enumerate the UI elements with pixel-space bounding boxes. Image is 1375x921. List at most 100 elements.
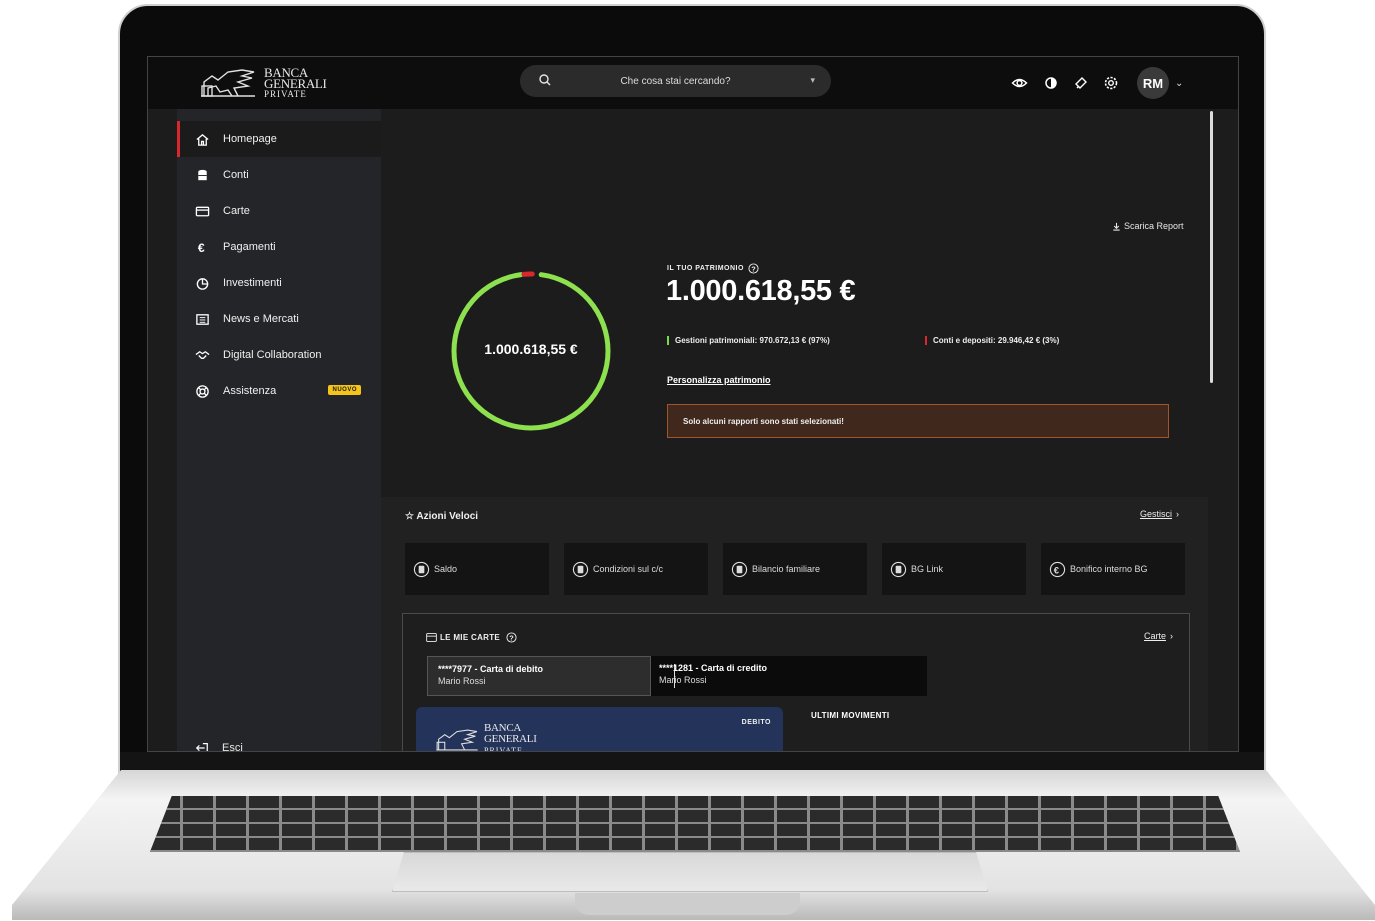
- trackpad: [392, 852, 988, 892]
- chevron-down-icon[interactable]: ▾: [810, 75, 815, 86]
- card-brand-logo: BANCA GENERALI PRIVATE: [434, 723, 537, 752]
- sidebar-item-label: Conti: [223, 169, 249, 181]
- quick-action-label: Condizioni sul c/c: [593, 564, 664, 574]
- search-bar[interactable]: Che cosa stai cercando? ▾: [520, 65, 831, 97]
- wealth-label-text: IL TUO PATRIMONIO: [667, 265, 744, 272]
- chevron-right-icon: ›: [1176, 509, 1180, 519]
- quick-action-bg-link[interactable]: BG Link: [882, 543, 1026, 595]
- sidebar-item-label: News e Mercati: [223, 313, 299, 325]
- lion-logo-icon: [436, 729, 478, 750]
- eye-icon[interactable]: [1010, 75, 1029, 91]
- home-icon: [196, 133, 209, 146]
- svg-text:€: €: [198, 241, 205, 255]
- card-type-label: DEBITO: [741, 719, 771, 726]
- brand-line2: GENERALI: [264, 75, 327, 91]
- sidebar-item-label: Investimenti: [223, 277, 282, 289]
- keyboard-rows: [150, 796, 1240, 852]
- coin-icon: [731, 561, 748, 577]
- card-tab-holder: Mario Rossi: [438, 676, 486, 686]
- svg-text:€: €: [1054, 565, 1060, 576]
- lion-logo-icon: [201, 69, 255, 97]
- wealth-summary: Scarica Report 1.000.618,55 € IL TUO PAT…: [381, 109, 1208, 497]
- sidebar-item-label: Carte: [223, 205, 250, 217]
- quick-action-bilancio[interactable]: Bilancio familiare: [723, 543, 867, 595]
- my-cards-title-text: LE MIE CARTE: [440, 633, 501, 642]
- coin-icon: [890, 561, 907, 577]
- debit-card-image[interactable]: BANCA GENERALI PRIVATE DEBITO: [416, 707, 783, 752]
- logout-button[interactable]: Esci: [195, 741, 243, 751]
- brand-logo[interactable]: BANCA GENERALI PRIVATE: [198, 65, 327, 101]
- quick-action-label: Bonifico interno BG: [1070, 564, 1148, 574]
- sidebar-item-assistenza[interactable]: Assistenza NUOVO: [177, 373, 381, 409]
- legend-managed-assets: Gestioni patrimoniali: 970.672,13 € (97%…: [667, 336, 830, 345]
- manage-link[interactable]: Gestisci ›: [1140, 509, 1179, 519]
- card-tab-name: ****1281 - Carta di credito: [659, 663, 768, 673]
- help-icon[interactable]: ?: [506, 632, 517, 643]
- chevron-down-icon[interactable]: ⌄: [1175, 78, 1183, 89]
- euro-coin-icon: €: [1049, 561, 1066, 577]
- bell-icon[interactable]: [1073, 75, 1089, 91]
- new-badge: NUOVO: [328, 385, 361, 395]
- sidebar-item-homepage[interactable]: Homepage: [177, 121, 381, 157]
- database-icon: [198, 169, 207, 180]
- sidebar-item-news-e-mercati[interactable]: News e Mercati: [177, 301, 381, 337]
- donut-center-value: 1.000.618,55 €: [484, 341, 578, 357]
- brand-wordmark: BANCA GENERALI PRIVATE: [264, 66, 327, 100]
- card-tab-name: ****7977 - Carta di debito: [438, 664, 544, 674]
- download-report-link[interactable]: Scarica Report: [1112, 221, 1184, 231]
- quick-action-label: BG Link: [911, 564, 944, 574]
- quick-actions-title: ☆ Azioni Veloci: [405, 511, 478, 522]
- sidebar-item-conti[interactable]: Conti: [177, 157, 381, 193]
- cards-link[interactable]: Carte ›: [1144, 631, 1173, 641]
- star-icon: ☆: [405, 511, 414, 522]
- sidebar-item-label: Digital Collaboration: [223, 349, 322, 361]
- avatar[interactable]: RM: [1137, 67, 1169, 99]
- card-selector: ****7977 - Carta di debito Mario Rossi *…: [427, 656, 927, 696]
- lid-notch: [575, 893, 800, 915]
- brand-line2: GENERALI: [484, 733, 537, 745]
- top-bar: BANCA GENERALI PRIVATE Che cosa stai cer…: [148, 57, 1238, 109]
- cards-link-label: Carte: [1143, 631, 1166, 641]
- newspaper-icon: [196, 313, 209, 325]
- chevron-right-icon: ›: [1170, 631, 1173, 641]
- sidebar-item-pagamenti[interactable]: € Pagamenti: [177, 229, 381, 265]
- coin-icon: [572, 561, 589, 577]
- quick-action-bonifico[interactable]: € Bonifico interno BG: [1041, 543, 1185, 595]
- legend-deposits: Conti e depositi: 29.946,42 € (3%): [925, 336, 1059, 345]
- pie-chart-icon: [196, 277, 209, 290]
- card-tab-debit[interactable]: ****7977 - Carta di debito Mario Rossi: [427, 656, 651, 696]
- my-cards-panel: LE MIE CARTE ? Carte › ****7977 - Carta …: [402, 613, 1190, 752]
- euro-icon: €: [198, 241, 205, 255]
- manage-label: Gestisci: [1140, 509, 1173, 519]
- card-tab-credit[interactable]: ****1281 - Carta di credito Mario Rossi: [649, 656, 873, 696]
- sidebar: Homepage Conti Carte € Pagamenti Investi…: [177, 109, 381, 751]
- svg-text:?: ?: [751, 264, 756, 273]
- card-tab-holder: Mario Rossi: [659, 675, 707, 685]
- coin-icon: [413, 561, 430, 577]
- sidebar-item-digital-collaboration[interactable]: Digital Collaboration: [177, 337, 381, 373]
- sidebar-item-label: Homepage: [223, 133, 277, 145]
- gear-icon[interactable]: [1103, 75, 1119, 91]
- quick-action-saldo[interactable]: Saldo: [405, 543, 549, 595]
- quick-action-label: Bilancio familiare: [752, 564, 821, 574]
- search-input[interactable]: Che cosa stai cercando?: [520, 76, 831, 87]
- last-movements-title: ULTIMI MOVIMENTI: [811, 711, 890, 720]
- scrollbar[interactable]: [1210, 111, 1213, 383]
- logout-icon: [195, 743, 208, 751]
- sidebar-item-investimenti[interactable]: Investimenti: [177, 265, 381, 301]
- personalize-wealth-link[interactable]: Personalizza patrimonio: [667, 375, 771, 385]
- sidebar-item-carte[interactable]: Carte: [177, 193, 381, 229]
- contrast-icon[interactable]: [1043, 75, 1059, 91]
- quick-action-condizioni[interactable]: Condizioni sul c/c: [564, 543, 708, 595]
- help-icon[interactable]: ?: [748, 263, 759, 274]
- wealth-total: 1.000.618,55 €: [666, 275, 856, 307]
- quick-actions-title-text: Azioni Veloci: [416, 511, 479, 522]
- brand-line3: PRIVATE: [484, 746, 523, 752]
- handshake-icon: [195, 350, 210, 359]
- sidebar-item-label: Assistenza: [223, 385, 277, 397]
- top-actions: RM ⌄: [1010, 67, 1183, 99]
- my-cards-title: LE MIE CARTE ?: [426, 632, 517, 643]
- wealth-label: IL TUO PATRIMONIO ?: [667, 263, 759, 274]
- sidebar-item-label: Pagamenti: [223, 241, 276, 253]
- selection-warning-alert: Solo alcuni rapporti sono stati selezion…: [667, 404, 1169, 438]
